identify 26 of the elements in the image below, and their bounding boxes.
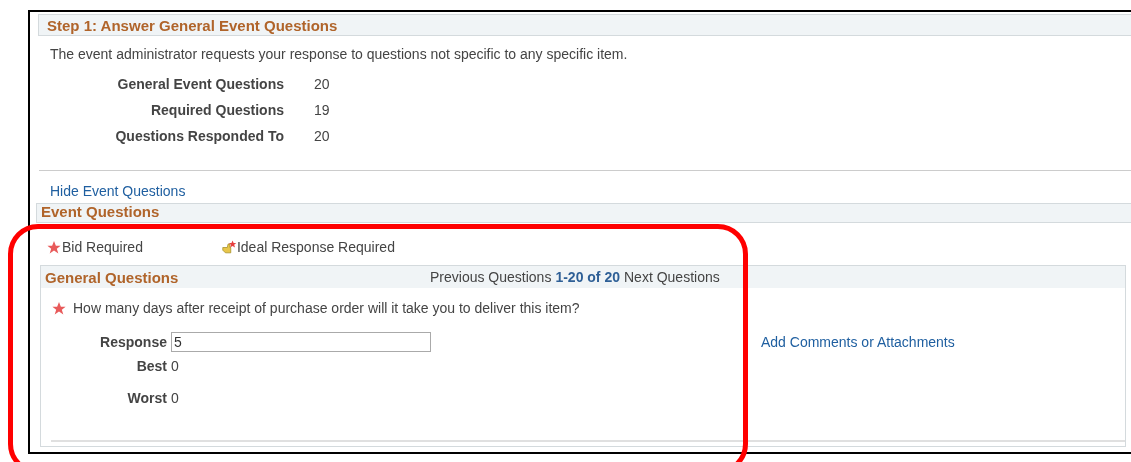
worst-label: Worst <box>126 390 167 406</box>
star-icon <box>46 239 62 255</box>
stat-label: General Event Questions <box>116 76 284 92</box>
next-questions-link[interactable]: Next Questions <box>624 269 720 285</box>
stat-value: 20 <box>314 128 330 144</box>
hide-questions-link[interactable]: Hide Event Questions <box>50 183 186 199</box>
worst-value: 0 <box>171 390 180 406</box>
step-header: Step 1: Answer General Event Questions <box>38 14 1131 36</box>
best-label: Best <box>135 358 167 374</box>
question-text: How many days after receipt of purchase order will it take you to deliver this item? <box>73 300 580 316</box>
stat-value: 20 <box>314 76 330 92</box>
intro-text: The event administrator requests your response to questions not specific to any specific item. <box>50 46 629 62</box>
best-value: 0 <box>171 358 180 374</box>
legend-label: Bid Required <box>62 239 143 255</box>
comments-link[interactable]: Add Comments or Attachments <box>761 334 955 352</box>
stat-value: 19 <box>314 102 330 118</box>
page-range: 1-20 of 20 <box>555 269 620 285</box>
thumb-star-icon <box>220 239 237 255</box>
stat-label: Questions Responded To <box>114 128 284 144</box>
previous-questions-link[interactable]: Previous Questions <box>430 269 552 285</box>
legend-label: Ideal Response Required <box>236 239 395 255</box>
event-questions-header: Event Questions <box>36 203 1131 223</box>
stat-label: Required Questions <box>149 102 284 118</box>
response-field[interactable]: 5 <box>171 332 431 352</box>
response-label: Response <box>99 334 167 350</box>
general-questions-title: General Questions <box>45 268 180 286</box>
